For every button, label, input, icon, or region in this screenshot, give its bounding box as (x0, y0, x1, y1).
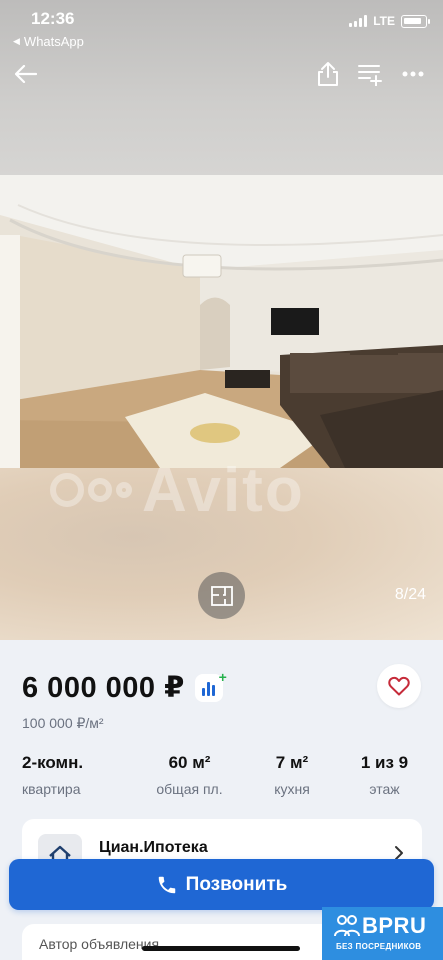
avito-logo-icon (50, 473, 132, 507)
param-label: кухня (274, 781, 310, 797)
arrow-left-icon (15, 65, 37, 83)
room-photo-illustration (0, 175, 443, 468)
heart-icon (388, 676, 410, 696)
more-button[interactable] (397, 58, 429, 90)
price-row: 6 000 000 ₽ + (22, 669, 227, 705)
listing-photo[interactable] (0, 175, 443, 468)
param-value: 60 м² (168, 753, 211, 772)
more-horizontal-icon (402, 71, 424, 77)
param-value: 7 м² (275, 753, 309, 772)
add-to-list-icon (358, 65, 382, 86)
author-label: Автор объявления (39, 936, 160, 952)
param-total-area: 60 м² общая пл. (142, 753, 237, 797)
signal-icon (349, 15, 368, 27)
price: 6 000 000 ₽ (22, 672, 185, 704)
back-to-app-link[interactable]: ◀ WhatsApp (13, 34, 84, 49)
favorite-button[interactable] (377, 664, 421, 708)
floorplan-icon (210, 585, 233, 606)
param-label: этаж (369, 781, 400, 797)
status-indicators: LTE (349, 14, 430, 28)
price-per-square-meter: 100 000 ₽/м² (22, 715, 104, 731)
bpru-brand: BPRU (362, 913, 427, 938)
price-history-button[interactable]: + (194, 669, 227, 702)
call-button-label: Позвонить (185, 873, 288, 895)
param-label: квартира (22, 781, 81, 797)
mortgage-title: Циан.Ипотека (99, 839, 208, 856)
param-value: 1 из 9 (360, 753, 409, 772)
param-kitchen-area: 7 м² кухня (262, 753, 322, 797)
watermark-text: Avito (142, 455, 305, 525)
photo-counter: 8/24 (394, 586, 426, 603)
back-button[interactable] (10, 58, 42, 90)
network-type: LTE (373, 14, 395, 28)
param-rooms: 2-комн. квартира (22, 753, 117, 797)
param-value: 2-комн. (22, 753, 84, 772)
phone-icon (158, 876, 175, 893)
call-button[interactable]: Позвонить (9, 859, 434, 910)
share-button[interactable] (312, 58, 344, 90)
param-floor: 1 из 9 этаж (347, 753, 422, 797)
avito-watermark: Avito (50, 455, 400, 525)
floorplan-button[interactable] (198, 572, 245, 619)
key-parameters: 2-комн. квартира 60 м² общая пл. 7 м² ку… (22, 753, 422, 797)
photo-gallery[interactable]: Avito 8/24 (0, 0, 443, 640)
battery-icon (401, 14, 430, 28)
bpru-subtitle: БЕЗ ПОСРЕДНИКОВ (336, 942, 422, 951)
add-to-compare-button[interactable] (354, 58, 386, 90)
people-icon (334, 915, 360, 937)
share-icon (318, 62, 338, 86)
param-label: общая пл. (156, 781, 223, 797)
status-bar: 12:36 ◀ WhatsApp LTE (0, 0, 443, 52)
plus-icon: + (218, 668, 227, 685)
back-app-label: WhatsApp (23, 34, 84, 49)
home-indicator (142, 946, 300, 951)
status-time: 12:36 (31, 9, 75, 28)
bpru-badge: BPRU БЕЗ ПОСРЕДНИКОВ (322, 907, 443, 960)
back-triangle-icon: ◀ (13, 36, 20, 46)
